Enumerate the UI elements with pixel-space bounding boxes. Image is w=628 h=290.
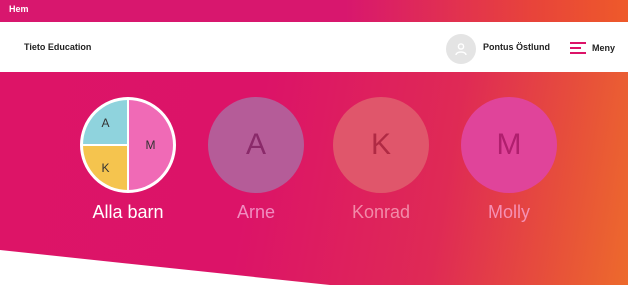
menu-button[interactable]: Meny (570, 38, 615, 58)
profile-all-children[interactable]: A K M Alla barn (78, 97, 178, 223)
brand-name[interactable]: Tieto Education (24, 42, 91, 52)
avatar-quadrant-k: K (83, 145, 128, 190)
profile-name: Molly (487, 202, 530, 222)
top-bar: Hem (0, 0, 628, 22)
avatar-initial: M (496, 128, 522, 161)
user-name[interactable]: Pontus Östlund (483, 42, 550, 52)
avatar-initial: M (145, 138, 156, 152)
profile-name: Konrad (351, 202, 411, 222)
hamburger-icon (570, 42, 586, 54)
app-header: Tieto Education Pontus Östlund Meny (0, 22, 628, 72)
home-title[interactable]: Hem (9, 4, 29, 14)
avatar-initial: A (101, 115, 110, 130)
profile-name: Alla barn (92, 202, 164, 222)
user-avatar[interactable] (446, 34, 476, 64)
avatar-initial: A (245, 128, 266, 161)
profile-avatar: A (208, 97, 304, 193)
profile-avatar: K (333, 97, 429, 193)
user-icon (455, 43, 467, 56)
profile-konrad[interactable]: K Konrad (331, 97, 431, 223)
profile-molly[interactable]: M Molly (459, 97, 559, 223)
profile-avatar: M (461, 97, 557, 193)
avatar-initial: K (101, 160, 110, 175)
all-children-avatar: A K M (80, 97, 176, 193)
avatar-initial: K (370, 128, 391, 161)
avatar-divider (83, 144, 128, 146)
profile-arne[interactable]: A Arne (206, 97, 306, 223)
profile-name: Arne (236, 202, 276, 222)
avatar-quadrant-a: A (83, 100, 128, 145)
menu-label: Meny (592, 43, 616, 53)
avatar-half-m: M (128, 100, 173, 190)
